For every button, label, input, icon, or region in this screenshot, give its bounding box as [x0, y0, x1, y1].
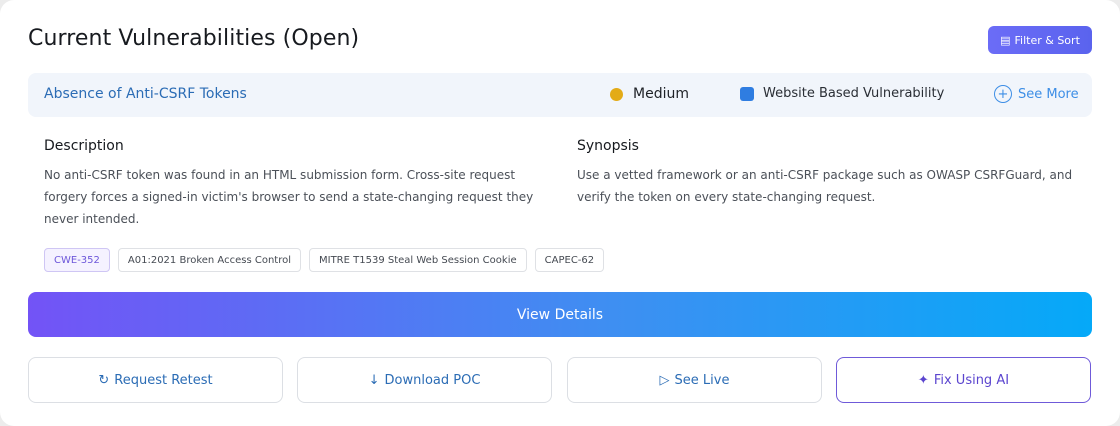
vulnerability-card: Current Vulnerabilities (Open) ▤ Filter … — [0, 0, 1120, 426]
filter-sort-button[interactable]: ▤ Filter & Sort — [988, 26, 1092, 54]
tag-list: CWE-352 A01:2021 Broken Access Control M… — [44, 248, 605, 272]
filter-sort-label: Filter & Sort — [1014, 33, 1080, 47]
list-icon: ▤ — [1000, 33, 1011, 47]
fix-using-ai-button[interactable]: ✦ Fix Using AI — [836, 357, 1091, 403]
tag-capec[interactable]: CAPEC-62 — [534, 248, 605, 272]
download-icon: ↓ — [368, 372, 380, 388]
severity-dot-icon — [610, 87, 623, 101]
severity-indicator: Medium — [610, 86, 689, 102]
tag-mitre[interactable]: MITRE T1539 Steal Web Session Cookie — [309, 248, 527, 272]
request-retest-label: Request Retest — [114, 372, 213, 388]
tag-cwe[interactable]: CWE-352 — [44, 248, 110, 272]
vulnerability-title[interactable]: Absence of Anti-CSRF Tokens — [44, 86, 247, 102]
download-poc-label: Download POC — [384, 372, 481, 388]
plus-circle-icon: + — [994, 85, 1012, 103]
play-icon: ▷ — [659, 372, 670, 388]
page-title: Current Vulnerabilities (Open) — [28, 26, 360, 51]
view-details-button[interactable]: View Details — [28, 292, 1092, 337]
see-live-button[interactable]: ▷ See Live — [567, 357, 822, 403]
synopsis-heading: Synopsis — [577, 138, 639, 154]
tag-owasp[interactable]: A01:2021 Broken Access Control — [117, 248, 301, 272]
sparkle-icon: ✦ — [917, 372, 929, 388]
see-more-label: See More — [1018, 86, 1079, 102]
fix-using-ai-label: Fix Using AI — [933, 372, 1010, 388]
download-poc-button[interactable]: ↓ Download POC — [297, 357, 552, 403]
synopsis-text: Use a vetted framework or an anti-CSRF p… — [577, 168, 1073, 204]
description-text: No anti-CSRF token was found in an HTML … — [44, 168, 534, 226]
description-heading: Description — [44, 138, 124, 154]
see-more-button[interactable]: + See More — [994, 85, 1079, 103]
see-live-label: See Live — [674, 372, 730, 388]
vulnerability-type: Website Based Vulnerability — [740, 86, 944, 101]
retest-icon: ↻ — [98, 372, 110, 388]
severity-label: Medium — [633, 86, 689, 102]
vulnerability-type-label: Website Based Vulnerability — [763, 86, 945, 101]
vulnerability-header: Absence of Anti-CSRF Tokens Medium Websi… — [28, 73, 1092, 117]
type-square-icon — [740, 86, 754, 101]
request-retest-button[interactable]: ↻ Request Retest — [28, 357, 283, 403]
